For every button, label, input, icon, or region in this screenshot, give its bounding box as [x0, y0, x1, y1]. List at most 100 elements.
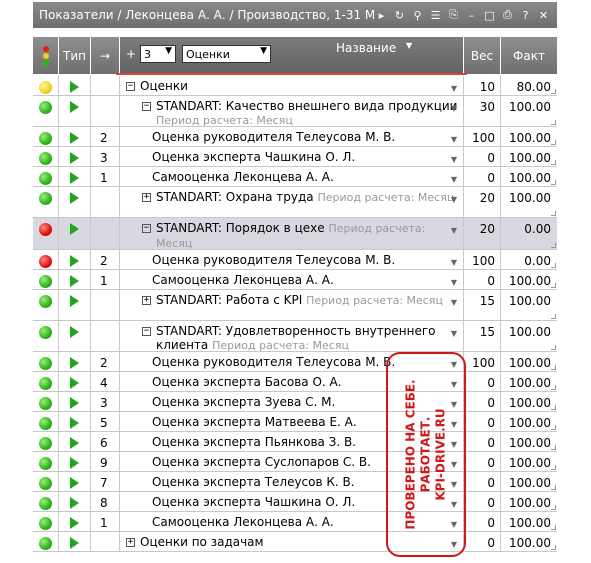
fact-cell[interactable]: 100.00: [501, 167, 557, 186]
fact-cell[interactable]: 100.00: [501, 452, 557, 471]
fact-cell[interactable]: 100.00: [501, 412, 557, 431]
chevron-down-icon[interactable]: ▼: [451, 133, 457, 147]
fact-cell[interactable]: 100.00: [501, 432, 557, 451]
view-select[interactable]: Оценки ▼: [182, 45, 271, 63]
search-icon[interactable]: ⚲: [410, 9, 425, 22]
name-cell[interactable]: + STANDART: Работа с KPI Период расчета: …: [120, 290, 464, 320]
chevron-down-icon[interactable]: ▼: [451, 296, 457, 310]
type-cell[interactable]: [59, 147, 91, 166]
type-cell[interactable]: [59, 96, 91, 126]
play-icon[interactable]: [70, 132, 79, 144]
fact-cell[interactable]: 80.00: [501, 76, 557, 95]
fact-cell[interactable]: 100.00: [501, 290, 557, 320]
weight-cell[interactable]: 0: [464, 432, 501, 451]
type-cell[interactable]: [59, 392, 91, 411]
fact-cell[interactable]: 100.00: [501, 96, 557, 126]
play-icon[interactable]: [70, 497, 79, 509]
play-icon[interactable]: [70, 357, 79, 369]
fact-cell[interactable]: 100.00: [501, 492, 557, 511]
name-cell[interactable]: Оценка эксперта Чашкина О. Л. ▼: [120, 147, 464, 166]
chevron-down-icon[interactable]: ▼: [451, 82, 457, 96]
play-icon[interactable]: [70, 537, 79, 549]
print-icon[interactable]: ⎙: [500, 8, 515, 22]
export-icon[interactable]: ⎘: [446, 8, 461, 22]
weight-cell[interactable]: 0: [464, 392, 501, 411]
play-icon[interactable]: [70, 517, 79, 529]
table-row[interactable]: 2 Оценка руководителя Телеусова М. В. ▼ 1…: [33, 127, 557, 147]
table-row[interactable]: 3 Оценка эксперта Чашкина О. Л. ▼ 0 100.0…: [33, 147, 557, 167]
minimize-icon[interactable]: –: [464, 9, 479, 22]
expand-icon[interactable]: +: [142, 296, 151, 305]
table-row[interactable]: 6 Оценка эксперта Пьянкова З. В. ▼ 0 100.…: [33, 432, 557, 452]
name-cell[interactable]: Самооценка Леконцева А. А. ▼: [120, 167, 464, 186]
weight-cell[interactable]: 20: [464, 187, 501, 217]
type-cell[interactable]: [59, 321, 91, 351]
chevron-down-icon[interactable]: ▼: [451, 102, 457, 116]
sort-caret-icon[interactable]: ▼: [406, 41, 412, 50]
weight-cell[interactable]: 0: [464, 492, 501, 511]
table-row[interactable]: 1 Самооценка Леконцева А. А. ▼ 0 100.00: [33, 512, 557, 532]
list-icon[interactable]: ☰: [428, 9, 443, 22]
table-row[interactable]: 2 Оценка руководителя Телеусова М. В. ▼ 1…: [33, 352, 557, 372]
play-icon[interactable]: [70, 417, 79, 429]
fact-cell[interactable]: 100.00: [501, 187, 557, 217]
fact-cell[interactable]: 100.00: [501, 147, 557, 166]
weight-cell[interactable]: 0: [464, 532, 501, 551]
name-cell[interactable]: − Оценки ▼: [120, 76, 464, 95]
fact-cell[interactable]: 100.00: [501, 372, 557, 391]
arrow-right-icon[interactable]: ▸: [374, 9, 389, 22]
chevron-down-icon[interactable]: ▼: [451, 173, 457, 187]
weight-cell[interactable]: 100: [464, 127, 501, 146]
type-cell[interactable]: [59, 452, 91, 471]
play-icon[interactable]: [70, 172, 79, 184]
play-icon[interactable]: [70, 326, 79, 338]
type-cell[interactable]: [59, 372, 91, 391]
weight-cell[interactable]: 20: [464, 218, 501, 249]
weight-cell[interactable]: 0: [464, 167, 501, 186]
chevron-down-icon[interactable]: ▼: [451, 276, 457, 290]
fact-column-header[interactable]: Факт: [501, 37, 557, 74]
table-row[interactable]: 3 Оценка эксперта Зуева С. М. ▼ 0 100.00: [33, 392, 557, 412]
name-cell[interactable]: + STANDART: Охрана труда Период расчета: …: [120, 187, 464, 217]
weight-cell[interactable]: 0: [464, 512, 501, 531]
table-row[interactable]: 5 Оценка эксперта Матвеева Е. А. ▼ 0 100.…: [33, 412, 557, 432]
type-cell[interactable]: [59, 218, 91, 249]
name-cell[interactable]: − STANDART: Удовлетворенность внутреннего…: [120, 321, 464, 352]
weight-cell[interactable]: 100: [464, 250, 501, 269]
table-row[interactable]: 4 Оценка эксперта Басова О. А. ▼ 0 100.00: [33, 372, 557, 392]
weight-cell[interactable]: 15: [464, 290, 501, 320]
table-row[interactable]: 7 Оценка эксперта Телеусов К. В. ▼ 0 100.…: [33, 472, 557, 492]
expand-icon[interactable]: +: [142, 193, 151, 202]
weight-cell[interactable]: 0: [464, 147, 501, 166]
collapse-icon[interactable]: −: [142, 102, 151, 111]
weight-cell[interactable]: 100: [464, 352, 501, 371]
table-row[interactable]: + STANDART: Охрана труда Период расчета: …: [33, 187, 557, 218]
play-icon[interactable]: [70, 275, 79, 287]
type-cell[interactable]: [59, 76, 91, 95]
table-row[interactable]: 8 Оценка эксперта Чашкина О. Л. ▼ 0 100.0…: [33, 492, 557, 512]
status-column-header[interactable]: [33, 37, 59, 74]
fact-cell[interactable]: 100.00: [501, 321, 557, 351]
collapse-icon[interactable]: −: [142, 327, 151, 336]
fact-cell[interactable]: 100.00: [501, 512, 557, 531]
chevron-down-icon[interactable]: ▼: [451, 224, 457, 238]
name-cell[interactable]: − STANDART: Порядок в цехе Период расчета…: [120, 218, 464, 250]
level-select[interactable]: 3 ▼: [140, 45, 176, 63]
play-icon[interactable]: [70, 81, 79, 93]
type-cell[interactable]: [59, 412, 91, 431]
weight-cell[interactable]: 30: [464, 96, 501, 126]
table-row[interactable]: − Оценки ▼ 10 80.00: [33, 76, 557, 96]
fact-cell[interactable]: 100.00: [501, 352, 557, 371]
chevron-down-icon[interactable]: ▼: [451, 327, 457, 341]
fact-cell[interactable]: 100.00: [501, 127, 557, 146]
order-column-header[interactable]: →: [91, 37, 120, 74]
expand-all-button[interactable]: +: [126, 47, 136, 61]
fact-cell[interactable]: 100.00: [501, 472, 557, 491]
name-cell[interactable]: − STANDART: Качество внешнего вида продук…: [120, 96, 464, 127]
collapse-icon[interactable]: −: [126, 82, 135, 91]
play-icon[interactable]: [70, 101, 79, 113]
weight-cell[interactable]: 10: [464, 76, 501, 95]
type-cell[interactable]: [59, 432, 91, 451]
play-icon[interactable]: [70, 437, 79, 449]
fact-cell[interactable]: 0.00: [501, 250, 557, 269]
